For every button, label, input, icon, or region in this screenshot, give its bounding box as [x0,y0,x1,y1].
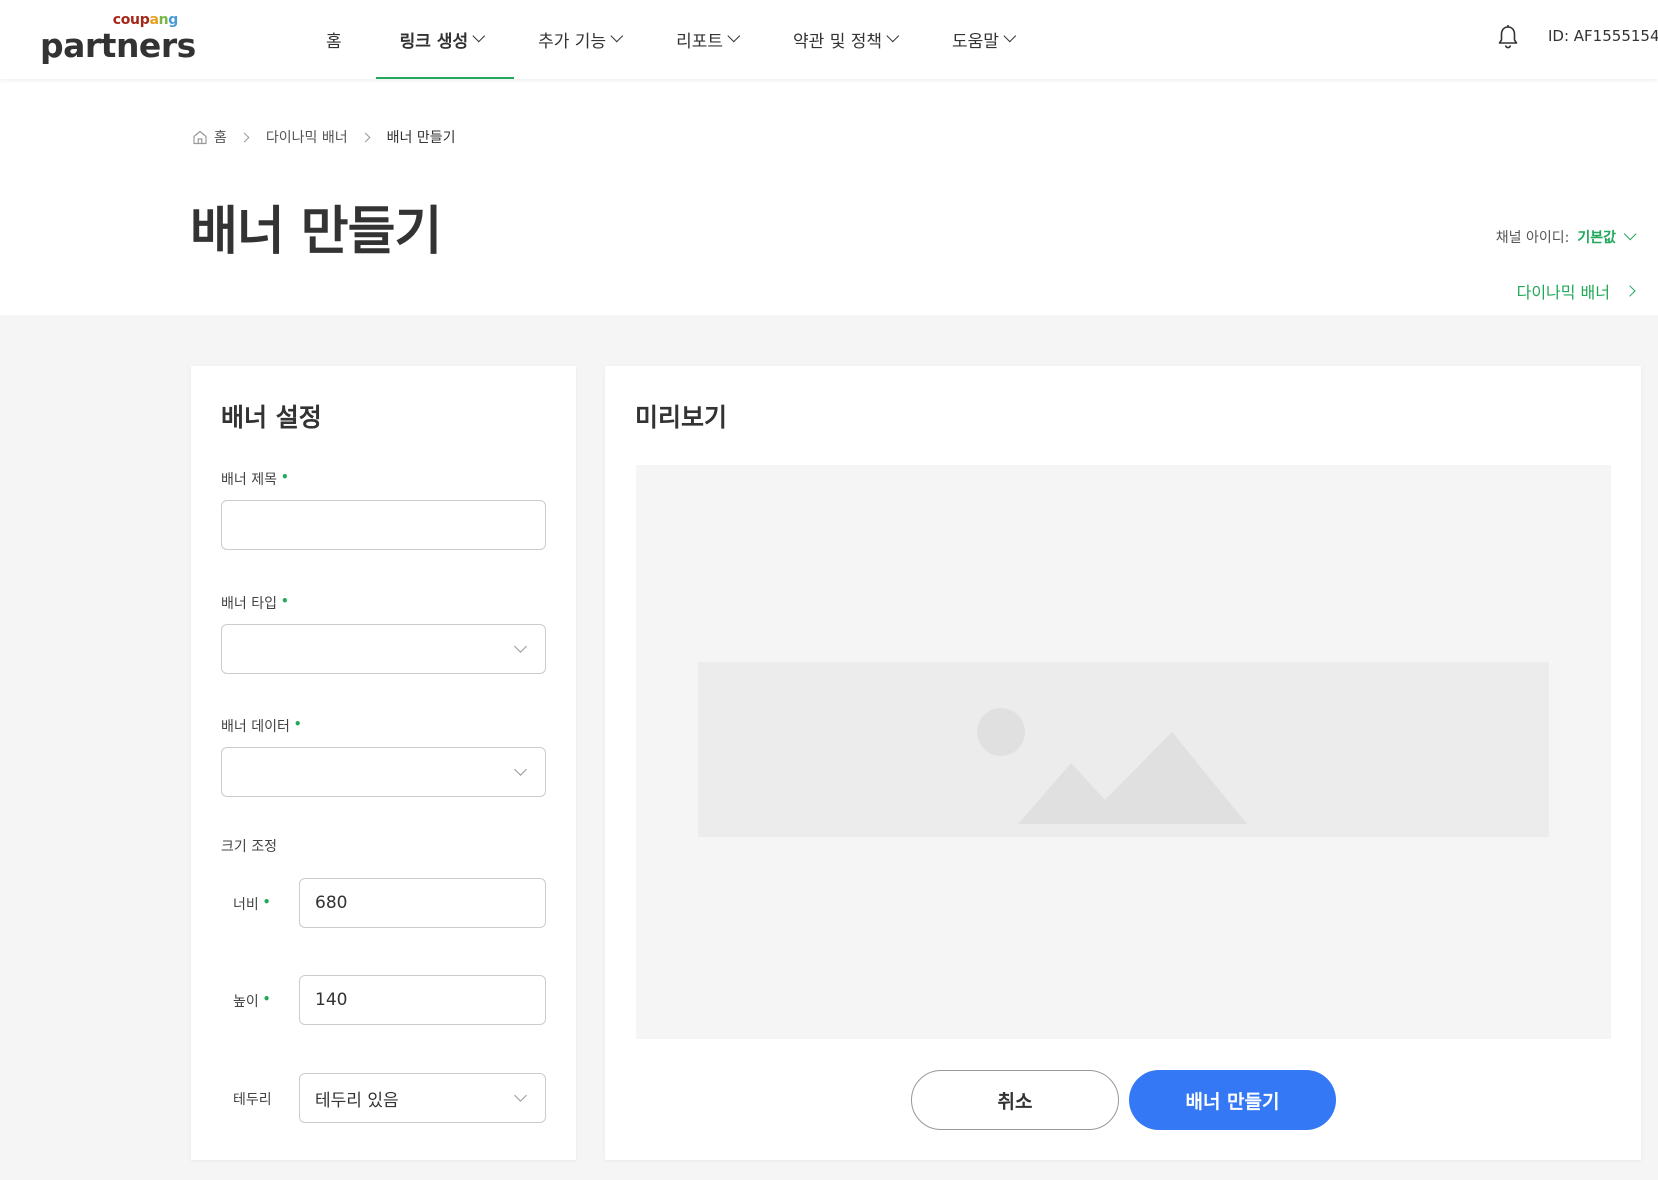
width-label: 너비 • [233,895,271,913]
required-mark: • [280,470,289,484]
nav-item-label: 홈 [326,32,342,52]
channel-id-value: 기본값 [1577,230,1616,246]
banner-settings-panel: 배너 설정 배너 제목 • 배너 타입 • 배너 데이터 • 크기 조정 너비 • 68… [191,366,576,1160]
breadcrumb-home[interactable]: 홈 [214,127,227,147]
nav-item-label: 리포트 [676,32,724,52]
create-banner-button[interactable]: 배너 만들기 [1129,1070,1336,1130]
chevron-down-icon [1003,29,1017,43]
cancel-button[interactable]: 취소 [911,1070,1119,1130]
width-input[interactable]: 680 [299,878,546,928]
border-label: 테두리 [233,1092,272,1108]
dynamic-banner-link-label: 다이나믹 배너 [1516,283,1610,302]
home-icon[interactable] [192,129,208,145]
chevron-down-icon [514,763,527,776]
preview-area [636,465,1611,1039]
nav-item-label: 도움말 [952,32,999,52]
chevron-down-icon [886,29,900,43]
height-label: 높이 • [233,992,271,1010]
banner-type-label: 배너 타입 • [221,594,289,612]
nav-item-label: 링크 생성 [399,32,469,52]
chevron-down-icon [514,1089,527,1102]
nav-item-extra-features[interactable]: 추가 기능 [514,0,652,79]
nav-item-label: 약관 및 정책 [793,32,883,52]
page-title: 배너 만들기 [190,202,442,262]
required-mark: • [280,594,289,608]
settings-title: 배너 설정 [221,403,322,432]
chevron-right-icon [1624,285,1636,297]
channel-id-selector[interactable]: 채널 아이디: 기본값 [1495,227,1637,247]
required-mark: • [262,992,271,1006]
nav-item-label: 추가 기능 [538,32,607,52]
chevron-right-icon [239,132,250,142]
channel-id-label: 채널 아이디: [1495,230,1570,246]
size-adjust-label: 크기 조정 [221,839,277,855]
nav-item-create-link[interactable]: 링크 생성 [375,0,515,79]
breadcrumb-dynamic-banner[interactable]: 다이나믹 배너 [266,127,348,147]
border-select-value: 테두리 있음 [315,1090,399,1111]
required-mark: • [293,717,302,731]
preview-title: 미리보기 [635,403,728,432]
chevron-down-icon [610,29,624,43]
user-id[interactable]: ID: AF1555154 [1548,27,1658,45]
breadcrumb: 홈 다이나믹 배너 배너 만들기 [192,127,455,147]
height-input[interactable]: 140 [299,975,546,1025]
chevron-down-icon [727,29,741,43]
top-navigation: coupang partners 홈 링크 생성 추가 기능 리포트 약관 및 … [0,0,1658,79]
dynamic-banner-link[interactable]: 다이나믹 배너 [1516,279,1636,303]
preview-panel: 미리보기 취소 배너 만들기 [605,366,1641,1160]
chevron-down-icon [472,29,486,43]
page-header: 홈 다이나믹 배너 배너 만들기 배너 만들기 채널 아이디: 기본값 다이나믹… [0,79,1658,315]
banner-title-input[interactable] [221,500,546,550]
banner-data-select[interactable] [221,747,546,797]
chevron-down-icon [514,640,527,653]
required-mark: • [262,895,271,909]
border-select[interactable]: 테두리 있음 [299,1073,546,1123]
banner-title-label: 배너 제목 • [221,470,289,488]
logo-partners-wordmark: partners [40,26,196,65]
coupang-partners-logo[interactable]: coupang partners [40,12,196,65]
nav-item-report[interactable]: 리포트 [652,0,769,79]
nav-item-home[interactable]: 홈 [310,0,356,79]
chevron-right-icon [360,132,371,142]
bell-icon[interactable] [1497,24,1519,50]
chevron-down-icon [1623,227,1637,240]
image-placeholder-icon [698,662,1549,837]
nav-item-terms-policy[interactable]: 약관 및 정책 [769,0,928,79]
banner-data-label: 배너 데이터 • [221,717,302,735]
breadcrumb-current: 배너 만들기 [386,130,456,146]
banner-type-select[interactable] [221,624,546,674]
nav-item-help[interactable]: 도움말 [928,0,1045,79]
main-menu: 홈 링크 생성 추가 기능 리포트 약관 및 정책 도움말 [310,0,1045,79]
